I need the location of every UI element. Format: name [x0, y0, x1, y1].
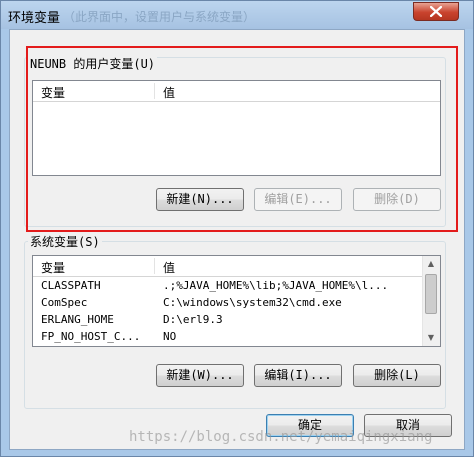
env-vars-window: 环境变量 （此界面中，设置用户与系统变量） NEUNB 的用户变量(U) 变量 …: [0, 0, 474, 457]
window-title: 环境变量: [8, 11, 61, 26]
scrollbar-thumb[interactable]: [425, 274, 437, 314]
column-header-variable[interactable]: 变量: [41, 259, 65, 276]
scroll-up-icon[interactable]: ▲: [423, 256, 439, 272]
system-edit-button[interactable]: 编辑(I)...: [254, 364, 342, 387]
system-delete-button[interactable]: 删除(L): [353, 364, 441, 387]
var-name: ERLANG_HOME: [41, 313, 114, 326]
close-icon: [430, 6, 442, 17]
column-header-value[interactable]: 值: [163, 259, 175, 276]
dialog-client: NEUNB 的用户变量(U) 变量 值 新建(N)... 编辑(E)... 删除…: [9, 29, 465, 450]
var-value: .;%JAVA_HOME%\lib;%JAVA_HOME%\l...: [163, 279, 389, 292]
table-row[interactable]: ComSpec C:\windows\system32\cmd.exe: [33, 294, 440, 311]
table-row[interactable]: ERLANG_HOME D:\erl9.3: [33, 311, 440, 328]
vertical-scrollbar[interactable]: ▲ ▼: [422, 256, 440, 346]
var-name: CLASSPATH: [41, 279, 101, 292]
watermark-text: https://blog.csdn.net/yemaiqingxiang: [129, 429, 433, 445]
highlight-box: [26, 46, 458, 232]
system-vars-header: 变量 值: [33, 256, 423, 277]
window-title-ghost: （此界面中，设置用户与系统变量）: [63, 10, 256, 24]
system-vars-list[interactable]: 变量 值 CLASSPATH .;%JAVA_HOME%\lib;%JAVA_H…: [32, 255, 441, 347]
var-value: NO: [163, 330, 177, 343]
close-button[interactable]: [413, 2, 459, 21]
var-name: ComSpec: [41, 296, 88, 309]
var-value: D:\erl9.3: [163, 313, 223, 326]
system-vars-label: 系统变量(S): [28, 233, 102, 250]
scroll-down-icon[interactable]: ▼: [423, 330, 439, 346]
var-name: FP_NO_HOST_C...: [41, 330, 141, 343]
var-value: C:\windows\system32\cmd.exe: [163, 296, 342, 309]
system-new-button[interactable]: 新建(W)...: [156, 364, 244, 387]
title-bar[interactable]: 环境变量 （此界面中，设置用户与系统变量）: [1, 1, 473, 29]
column-separator[interactable]: [154, 258, 155, 274]
table-row[interactable]: CLASSPATH .;%JAVA_HOME%\lib;%JAVA_HOME%\…: [33, 277, 440, 294]
table-row[interactable]: FP_NO_HOST_C... NO: [33, 328, 440, 345]
